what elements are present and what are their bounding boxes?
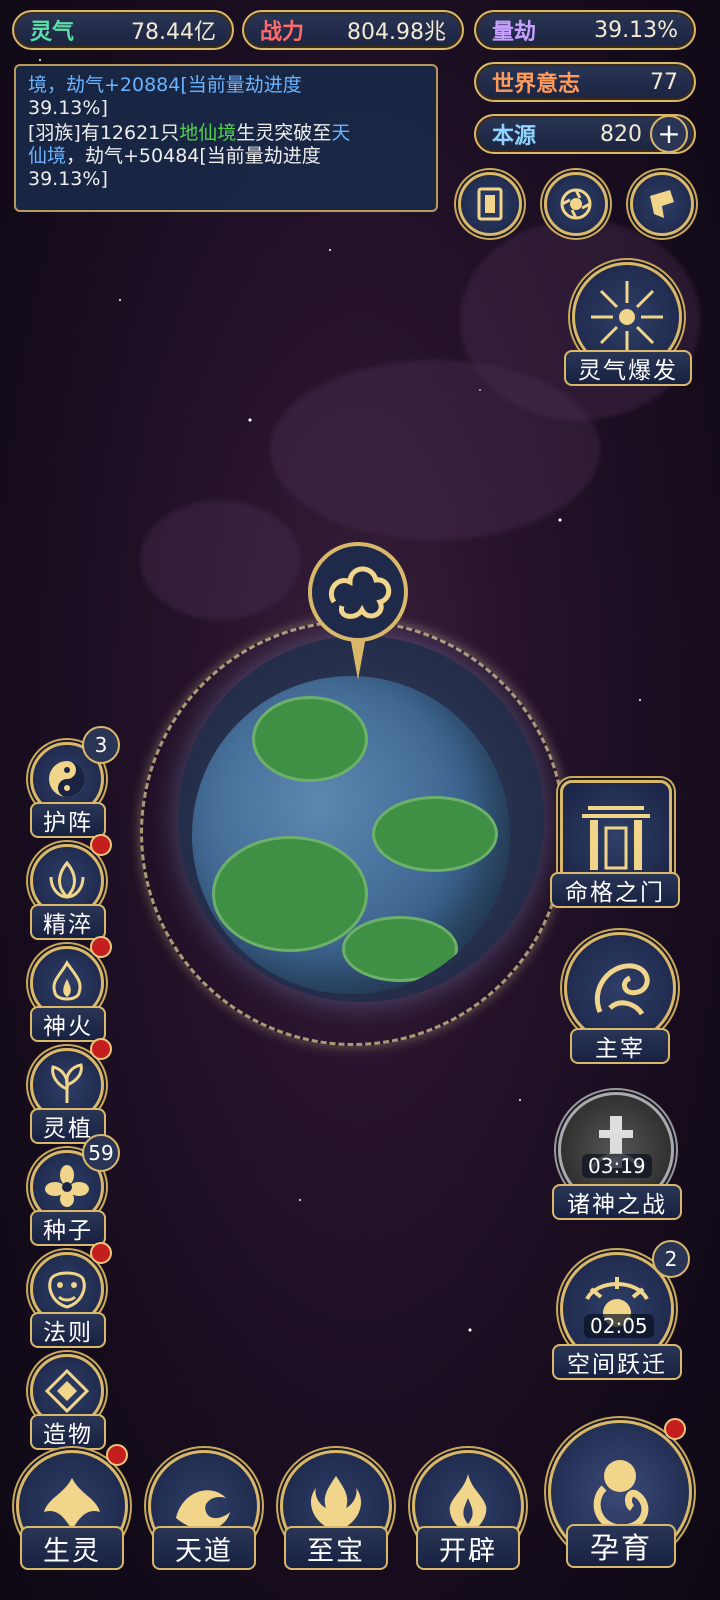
- leaf-icon: [51, 1063, 83, 1103]
- beast-mask-icon: [48, 1271, 86, 1309]
- guard-array-badge: 3: [82, 726, 120, 764]
- gods-war-timer: 03:19: [582, 1154, 652, 1178]
- lingqi-label: 灵气: [30, 20, 75, 45]
- breed-alert-dot: [664, 1418, 686, 1440]
- flame-icon: [52, 960, 82, 1001]
- divine-fire-alert-dot: [90, 936, 112, 958]
- log-text: 39.13%]: [28, 168, 108, 190]
- event-log: 境，劫气+20884[当前量劫进度 39.13%] [羽族]有12621只地仙境…: [14, 64, 438, 212]
- lingqi-burst-label[interactable]: 灵气爆发: [564, 350, 692, 386]
- sword-icon: [589, 1116, 643, 1172]
- destiny-gate-label[interactable]: 命格之门: [550, 872, 680, 908]
- heaven-way-label[interactable]: 天道: [152, 1526, 256, 1570]
- open-realm-label[interactable]: 开辟: [416, 1526, 520, 1570]
- card-icon: [477, 187, 503, 221]
- burst-icon: [591, 281, 663, 353]
- vortex-icon: [560, 188, 592, 220]
- lotus-icon: [49, 860, 85, 900]
- guard-array-label[interactable]: 护阵: [30, 802, 106, 838]
- flower-icon: [45, 1165, 89, 1207]
- continent: [372, 796, 498, 872]
- space-warp-label[interactable]: 空间跃迁: [552, 1344, 682, 1380]
- log-text: 39.13%]: [28, 97, 108, 119]
- refine-alert-dot: [90, 834, 112, 856]
- refine-label[interactable]: 精淬: [30, 904, 106, 940]
- zhanli-stat[interactable]: 战力 804.98兆: [242, 10, 464, 50]
- law-alert-dot: [90, 1242, 112, 1264]
- log-text: 生灵突破至: [236, 122, 332, 144]
- continent: [212, 836, 368, 952]
- ruler-label[interactable]: 主宰: [570, 1028, 670, 1064]
- life-alert-dot: [106, 1444, 128, 1466]
- benyuan-label: 本源: [492, 124, 537, 149]
- world-will-label: 世界意志: [492, 72, 581, 97]
- dragon-icon: [594, 963, 650, 1016]
- log-realm-text: 地仙境: [179, 122, 237, 144]
- divine-fire-label[interactable]: 神火: [30, 1006, 106, 1042]
- continent: [252, 696, 368, 782]
- world-will-value: 77: [650, 69, 678, 95]
- law-label[interactable]: 法则: [30, 1312, 106, 1348]
- scroll-button[interactable]: [630, 172, 694, 236]
- vortex-button[interactable]: [544, 172, 608, 236]
- seed-badge: 59: [82, 1134, 120, 1172]
- life-label[interactable]: 生灵: [20, 1526, 124, 1570]
- auspicious-cloud-icon: [308, 542, 408, 680]
- liangjie-stat[interactable]: 量劫 39.13%: [474, 10, 696, 50]
- cloud-emblem-marker[interactable]: [306, 540, 410, 680]
- continent: [342, 916, 458, 982]
- log-text: [羽族]有12621只: [28, 122, 180, 144]
- log-text: 境，劫气+20884[当前量劫进度: [28, 74, 302, 96]
- liangjie-label: 量劫: [492, 20, 537, 45]
- scroll-icon: [650, 190, 674, 218]
- yinyang-icon: [49, 761, 85, 797]
- world-planet[interactable]: [192, 676, 510, 994]
- log-realm-text: 仙境: [28, 145, 67, 167]
- seed-label[interactable]: 种子: [30, 1210, 106, 1246]
- zhanli-label: 战力: [260, 20, 305, 45]
- lingqi-stat[interactable]: 灵气 78.44亿: [12, 10, 234, 50]
- space-warp-badge: 2: [652, 1240, 690, 1278]
- breed-label[interactable]: 孕育: [566, 1524, 676, 1568]
- card-button[interactable]: [458, 172, 522, 236]
- space-warp-timer: 02:05: [584, 1314, 654, 1338]
- liangjie-value: 39.13%: [594, 17, 678, 43]
- gods-war-label[interactable]: 诸神之战: [552, 1184, 682, 1220]
- log-realm-text: 天: [331, 122, 351, 144]
- creation-label[interactable]: 造物: [30, 1414, 106, 1450]
- benyuan-stat[interactable]: 本源 820 +: [474, 114, 696, 154]
- benyuan-value: 820: [600, 121, 642, 147]
- add-benyuan-button[interactable]: +: [650, 115, 688, 153]
- diamond-icon: [44, 1368, 90, 1414]
- gate-icon: [582, 806, 650, 870]
- world-will-stat[interactable]: 世界意志 77: [474, 62, 696, 102]
- treasure-label[interactable]: 至宝: [284, 1526, 388, 1570]
- cloud-decoration: [140, 500, 300, 620]
- zhanli-value: 804.98兆: [347, 20, 446, 45]
- log-text: ，劫气+50484[当前量劫进度: [66, 145, 321, 167]
- spirit-plant-alert-dot: [90, 1038, 112, 1060]
- lingqi-value: 78.44亿: [131, 20, 216, 45]
